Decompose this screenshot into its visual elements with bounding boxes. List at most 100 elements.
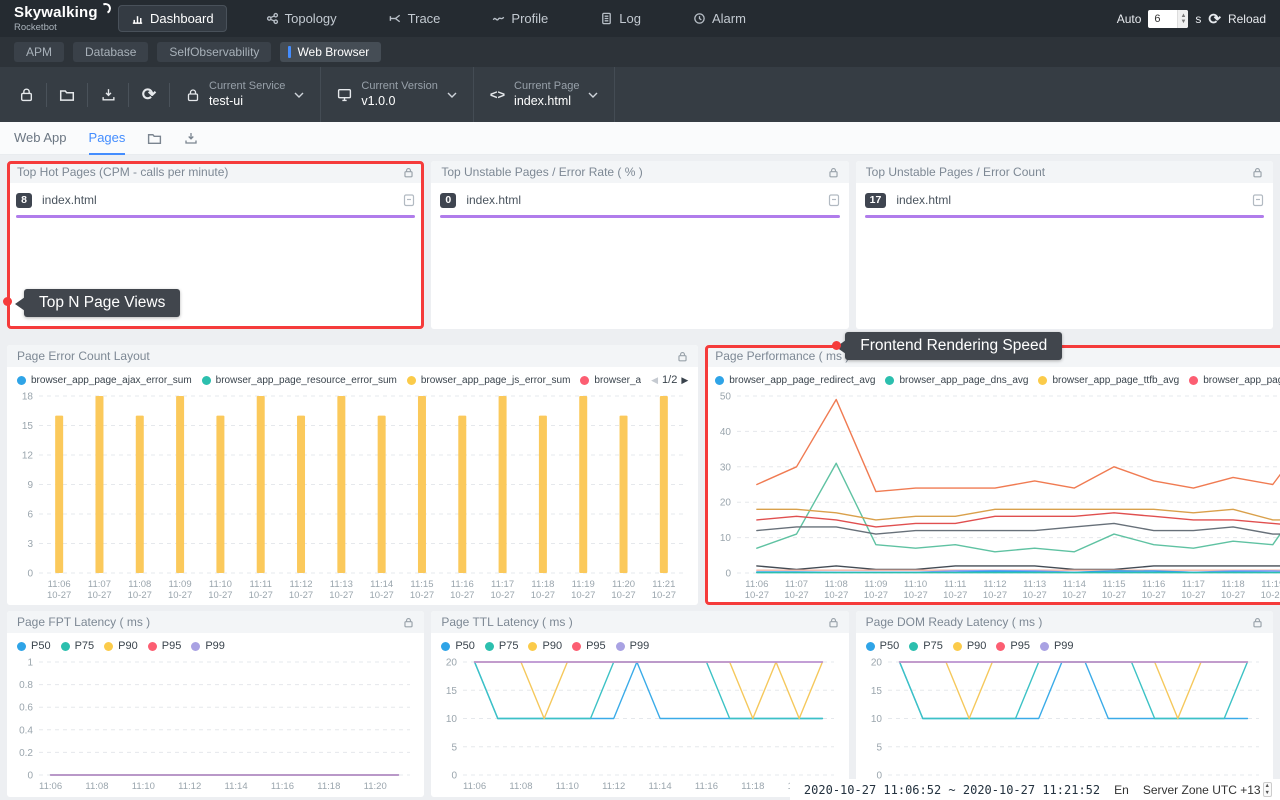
page-selector[interactable]: <> Current Page index.html: [474, 67, 615, 122]
stepper-icon[interactable]: ▲▼: [1263, 782, 1272, 796]
download-icon[interactable]: [184, 131, 198, 145]
lock-icon[interactable]: [1252, 617, 1263, 628]
refresh-icon[interactable]: ⟳: [129, 67, 169, 122]
legend-item[interactable]: P50: [17, 640, 51, 652]
auto-interval-input[interactable]: 6 ▲▼: [1148, 10, 1188, 28]
legend-dot-icon: [17, 642, 26, 651]
legend-label: P95: [586, 640, 606, 652]
nav-item-profile[interactable]: Profile: [479, 5, 561, 32]
topology-icon: [266, 12, 279, 25]
lock-icon[interactable]: [1252, 167, 1263, 178]
svg-text:10-27: 10-27: [410, 590, 434, 601]
page-fpt-latency-chart[interactable]: 00.20.40.60.8111:0611:0811:1011:1211:141…: [7, 654, 424, 797]
svg-text:10-27: 10-27: [249, 590, 273, 601]
nav-item-log[interactable]: Log: [587, 5, 654, 32]
card-header: Top Unstable Pages / Error Count: [856, 161, 1273, 183]
svg-text:11:18: 11:18: [531, 579, 554, 590]
group-web-browser[interactable]: Web Browser: [280, 42, 381, 62]
tab-web-app[interactable]: Web App: [14, 122, 67, 155]
legend-item[interactable]: browser_app_page_tcp_avg: [1189, 375, 1280, 386]
list-item: 8 index.html: [7, 185, 424, 215]
lock-icon[interactable]: [828, 167, 839, 178]
legend-item[interactable]: browser_app_page_ttfb_avg: [1038, 375, 1179, 386]
lock-icon[interactable]: [403, 167, 414, 178]
nav-item-trace[interactable]: Trace: [376, 5, 454, 32]
reload-button[interactable]: Reload: [1228, 12, 1266, 26]
legend-item[interactable]: P95: [148, 640, 182, 652]
lock-icon[interactable]: [828, 617, 839, 628]
legend-item[interactable]: browser_app_page_js_error_sum: [407, 375, 571, 386]
nav-item-topology[interactable]: Topology: [253, 5, 350, 32]
selector-value: v1.0.0: [361, 94, 437, 110]
legend-dot-icon: [191, 642, 200, 651]
svg-text:10-27: 10-27: [1221, 590, 1245, 601]
svg-text:11:12: 11:12: [603, 781, 626, 792]
svg-text:11:06: 11:06: [463, 781, 486, 792]
svg-text:10-27: 10-27: [1261, 590, 1280, 601]
legend-next-icon[interactable]: ▶: [681, 375, 688, 386]
legend-item[interactable]: browser_app_page_redirect_avg: [715, 375, 875, 386]
legend-item[interactable]: P50: [866, 640, 900, 652]
card-title: Top Hot Pages (CPM - calls per minute): [17, 165, 403, 179]
legend-dot-icon: [441, 642, 450, 651]
svg-text:15: 15: [446, 686, 458, 697]
legend-item[interactable]: browser_app_page_resource_error_sum: [202, 375, 397, 386]
folder-icon[interactable]: [147, 131, 162, 146]
app-logo[interactable]: Skywalking Rocketbot: [14, 5, 106, 33]
legend-item[interactable]: P75: [61, 640, 95, 652]
legend-item[interactable]: P99: [616, 640, 650, 652]
lock-icon[interactable]: [6, 67, 46, 122]
folder-icon[interactable]: [47, 67, 87, 122]
tab-pages[interactable]: Pages: [89, 122, 126, 155]
legend-item[interactable]: browser_app_page_dns_avg: [885, 375, 1028, 386]
service-selector[interactable]: Current Service test-ui: [170, 67, 320, 122]
legend-item[interactable]: P95: [996, 640, 1030, 652]
stepper-icon[interactable]: ▲▼: [1177, 10, 1188, 28]
page-ttl-latency-chart[interactable]: 0510152011:0611:0811:1011:1211:1411:1611…: [431, 654, 848, 797]
legend-item[interactable]: browser_app_page_ajax_error_sum: [17, 375, 192, 386]
copy-icon[interactable]: [1252, 193, 1264, 207]
copy-icon[interactable]: [828, 193, 840, 207]
nav-item-dashboard[interactable]: Dashboard: [118, 5, 227, 32]
page-error-count-chart[interactable]: 036912151811:0610-2711:0710-2711:0810-27…: [7, 388, 698, 605]
page-dom-ready-latency-chart[interactable]: 0510152011:0611:0811:1011:1211:1411:1611…: [856, 654, 1273, 797]
reload-icon[interactable]: ⟳: [1208, 10, 1221, 28]
svg-text:0.8: 0.8: [19, 680, 33, 691]
lock-icon[interactable]: [403, 617, 414, 628]
group-apm[interactable]: APM: [14, 42, 64, 62]
language-selector[interactable]: En: [1114, 783, 1129, 797]
svg-text:10-27: 10-27: [983, 590, 1007, 601]
legend-item[interactable]: P99: [1040, 640, 1074, 652]
legend-item[interactable]: P50: [441, 640, 475, 652]
card-title: Page FPT Latency ( ms ): [17, 615, 403, 629]
copy-icon[interactable]: [403, 193, 415, 207]
legend-dot-icon: [996, 642, 1005, 651]
nav-item-alarm[interactable]: Alarm: [680, 5, 759, 32]
group-database[interactable]: Database: [73, 42, 148, 62]
legend-item[interactable]: P75: [485, 640, 519, 652]
dashboard-content: Top Hot Pages (CPM - calls per minute) 8…: [0, 155, 1280, 800]
version-selector[interactable]: Current Version v1.0.0: [321, 67, 472, 122]
svg-text:10: 10: [446, 714, 458, 725]
legend-item[interactable]: P90: [104, 640, 138, 652]
svg-text:6: 6: [27, 510, 33, 521]
svg-text:11:18: 11:18: [317, 781, 340, 792]
legend-dot-icon: [1040, 642, 1049, 651]
legend-item[interactable]: P95: [572, 640, 606, 652]
page-performance-chart[interactable]: 0102030405011:0610-2711:0710-2711:0810-2…: [705, 388, 1280, 605]
logo-title: Skywalking: [14, 5, 106, 20]
lock-icon[interactable]: [677, 351, 688, 362]
legend-item[interactable]: P90: [528, 640, 562, 652]
legend-item[interactable]: P99: [191, 640, 225, 652]
legend-dot-icon: [407, 376, 416, 385]
legend-prev-icon[interactable]: ◀: [651, 375, 658, 386]
time-range-picker[interactable]: 2020-10-27 11:06:52 ~ 2020-10-27 11:21:5…: [804, 783, 1100, 797]
group-selfobservability[interactable]: SelfObservability: [157, 42, 271, 62]
svg-text:11:06: 11:06: [39, 781, 62, 792]
legend-item[interactable]: P75: [909, 640, 943, 652]
legend-item[interactable]: browser_a: [580, 375, 641, 386]
legend-item[interactable]: P90: [953, 640, 987, 652]
download-icon[interactable]: [88, 67, 128, 122]
service-lock-icon: [186, 88, 200, 102]
svg-text:1: 1: [27, 658, 33, 669]
